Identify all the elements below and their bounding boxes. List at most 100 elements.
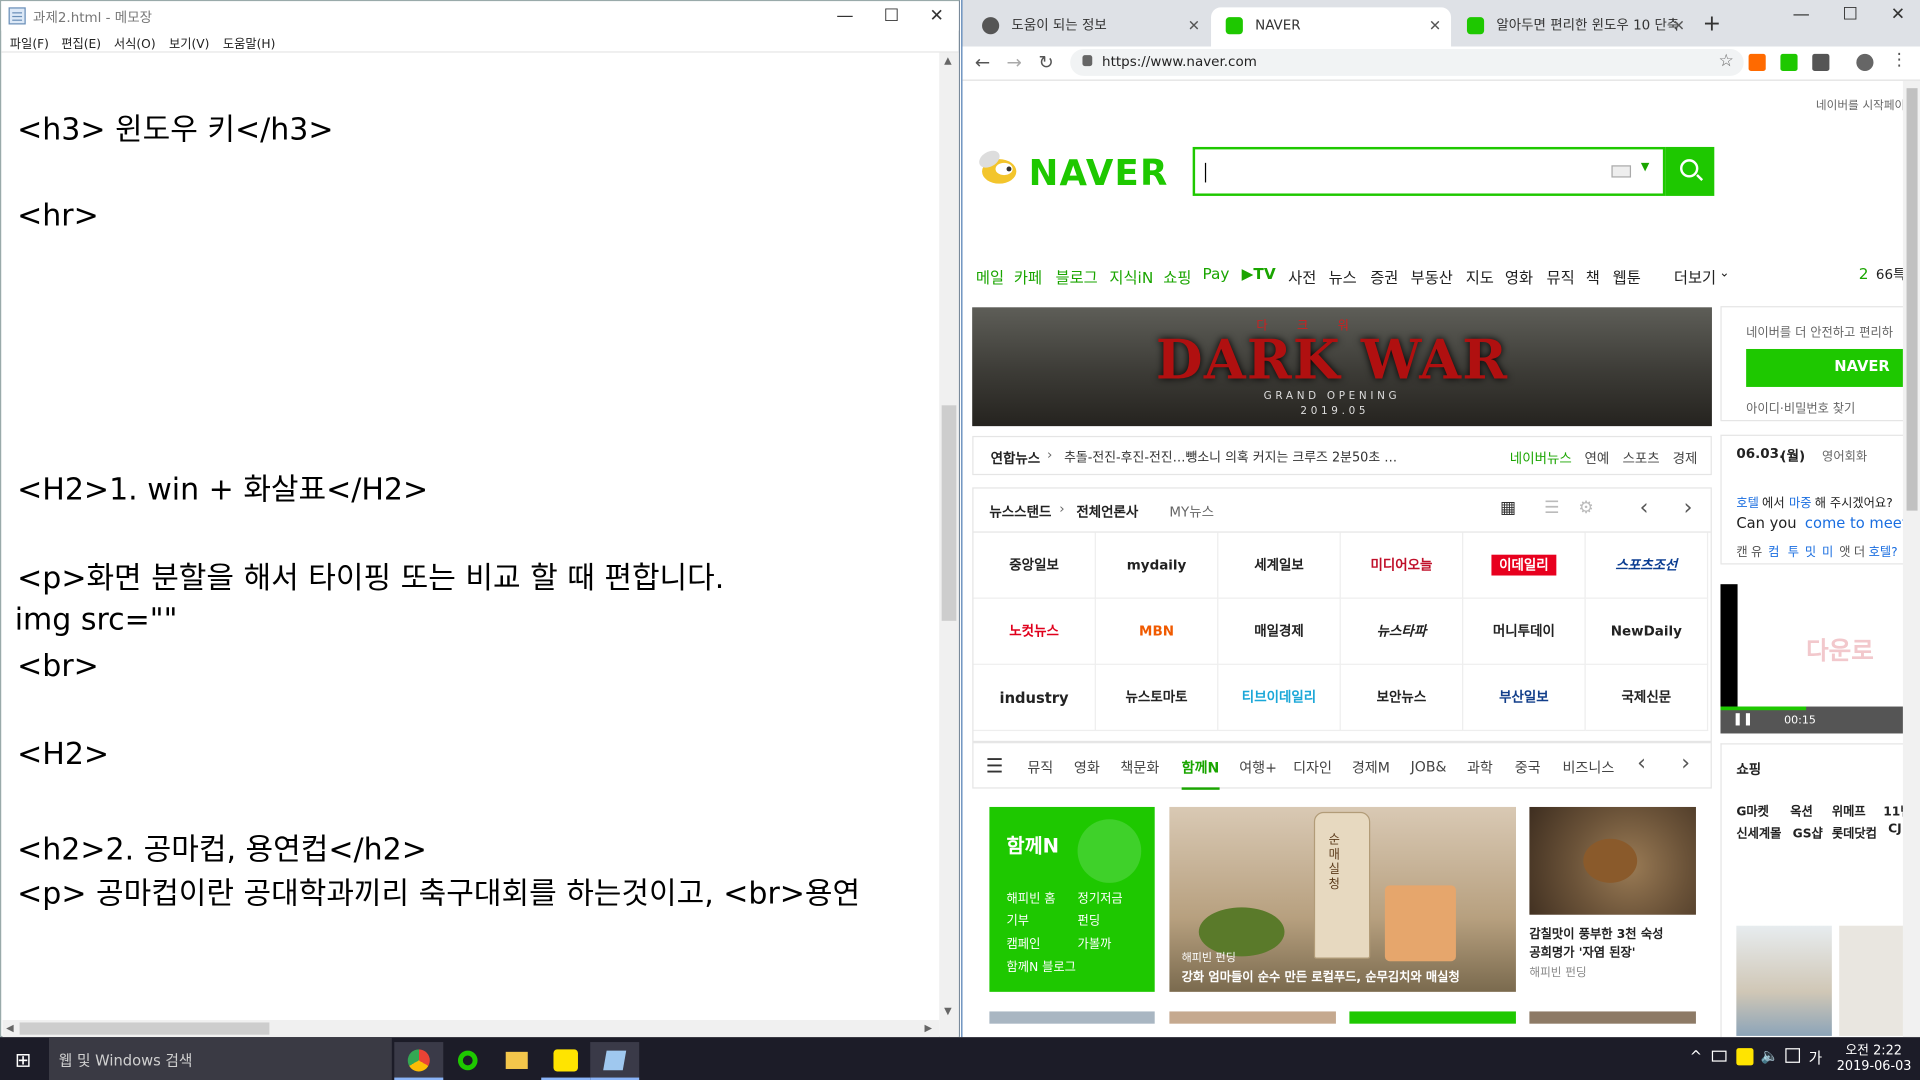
theme-tab[interactable]: 책문화 — [1120, 758, 1159, 778]
network-icon[interactable] — [1711, 1050, 1727, 1062]
taskbar-search-box[interactable]: 웹 및 Windows 검색 — [48, 1037, 392, 1080]
extension-icon[interactable] — [1748, 53, 1766, 72]
doenjang-card[interactable] — [1529, 806, 1696, 915]
shop-link[interactable]: GS샵 — [1793, 823, 1823, 841]
naver-news-tab[interactable]: 네이버뉴스 — [1510, 448, 1572, 468]
notepad-minimize-button[interactable]: — — [822, 1, 869, 30]
theme-tab[interactable]: JOB& — [1411, 758, 1447, 775]
theme-tab[interactable]: 경제M — [1352, 758, 1390, 778]
service-music[interactable]: 뮤직 — [1547, 264, 1575, 287]
ime-indicator[interactable]: 가 — [1809, 1047, 1823, 1068]
grid-view-icon[interactable]: ▦ — [1500, 498, 1516, 518]
theme-tab[interactable]: 비즈니스 — [1562, 758, 1614, 778]
press-moneytoday[interactable]: 머니투데이 — [1463, 598, 1586, 665]
service-movie[interactable]: 영화 — [1505, 264, 1533, 287]
press-newdaily[interactable]: NewDaily — [1585, 598, 1709, 665]
menu-view[interactable]: 보기(V) — [169, 33, 209, 51]
my-news-tab[interactable]: MY뉴스 — [1169, 502, 1214, 522]
scroll-left-icon[interactable]: ◀ — [6, 1022, 14, 1033]
press-newstapa[interactable]: 뉴스타파 — [1340, 598, 1464, 665]
service-tv[interactable]: ▶TV — [1242, 264, 1276, 282]
news-stand-title[interactable]: 뉴스스탠드 — [989, 502, 1051, 522]
tab-windows-tips[interactable]: 알아두면 편리한 윈도우 10 단축 ✕ — [1452, 7, 1694, 46]
forward-arrow-icon[interactable]: → — [1007, 51, 1022, 73]
bookmark-star-icon[interactable]: ☆ — [1719, 51, 1734, 71]
press-nocut[interactable]: 노컷뉴스 — [973, 598, 1096, 665]
theme-tab[interactable]: 중국 — [1515, 758, 1541, 778]
new-tab-button[interactable]: + — [1697, 7, 1726, 41]
scroll-up-icon[interactable]: ▲ — [944, 55, 952, 66]
shopping-title[interactable]: 쇼핑 — [1736, 759, 1761, 779]
notepad-close-button[interactable]: ✕ — [913, 1, 960, 30]
together-card[interactable]: 함께N 해피빈 홈 정기저금 기부 펀딩 캠페인 가볼까 함께N 블로그 — [989, 806, 1155, 992]
service-cafe[interactable]: 카페 — [1014, 264, 1042, 287]
notepad-title-bar[interactable]: 과제2.html - 메모장 — ☐ ✕ — [1, 1, 960, 31]
tab-naver[interactable]: NAVER ✕ — [1211, 7, 1452, 47]
next-arrow-icon[interactable]: › — [1681, 751, 1690, 777]
news-source[interactable]: 연합뉴스 — [991, 448, 1041, 468]
tab-helpful-info[interactable]: 도움이 되는 정보 ✕ — [967, 7, 1209, 46]
service-blog[interactable]: 블로그 — [1056, 264, 1098, 287]
video-player[interactable]: 다운로 ❚❚ 00:15 — [1720, 584, 1907, 734]
maesil-card[interactable]: 순매실청 해피빈 펀딩 강화 엄마들이 순수 만든 로컬푸드, 순무김치와 매실… — [1169, 806, 1516, 992]
press-busan[interactable]: 부산일보 — [1463, 664, 1586, 732]
press-joongang[interactable]: 중앙일보 — [973, 532, 1096, 599]
entertainment-tab[interactable]: 연예 — [1585, 448, 1610, 468]
search-button[interactable] — [1665, 146, 1715, 196]
dark-war-banner[interactable]: 다크워 DARK WAR GRAND OPENING 2019.05 — [972, 307, 1712, 427]
search-input[interactable]: ▼ — [1192, 146, 1666, 196]
menu-format[interactable]: 서식(O) — [114, 33, 156, 51]
service-stock[interactable]: 증권 — [1370, 264, 1398, 287]
press-kookje[interactable]: 국제신문 — [1585, 664, 1709, 732]
press-industry[interactable]: industry — [973, 664, 1096, 732]
press-segye[interactable]: 세계일보 — [1218, 532, 1341, 599]
chrome-maximize-button[interactable]: ☐ — [1827, 0, 1874, 29]
pause-icon[interactable]: ❚❚ — [1733, 713, 1754, 726]
menu-file[interactable]: 파일(F) — [10, 33, 49, 51]
next-arrow-icon[interactable]: › — [1684, 495, 1693, 521]
service-news[interactable]: 뉴스 — [1329, 264, 1357, 287]
chevron-down-icon[interactable]: ⌄ — [1719, 267, 1729, 280]
shop-link[interactable]: 신세계몰 — [1736, 823, 1781, 841]
card-link[interactable]: 가볼까 — [1078, 933, 1112, 951]
service-map[interactable]: 지도 — [1466, 264, 1494, 287]
press-tvdaily[interactable]: 티브이데일리 — [1218, 664, 1341, 732]
press-maeil[interactable]: 매일경제 — [1218, 598, 1341, 665]
service-pay[interactable]: Pay — [1202, 264, 1229, 282]
theme-tab[interactable]: 뮤직 — [1027, 758, 1053, 778]
shop-link[interactable]: CJ — [1888, 823, 1902, 836]
tab-close-icon[interactable]: ✕ — [1673, 7, 1685, 44]
app-taskbar-icon[interactable] — [443, 1042, 492, 1080]
all-press-tab[interactable]: 전체언론사 — [1076, 502, 1138, 522]
chrome-minimize-button[interactable]: — — [1778, 0, 1825, 29]
theme-tab[interactable]: 여행+ — [1239, 758, 1277, 778]
chrome-close-button[interactable]: ✕ — [1875, 0, 1920, 29]
file-explorer-taskbar-icon[interactable] — [492, 1042, 541, 1080]
weather-temp[interactable]: 2 — [1859, 264, 1869, 282]
menu-edit[interactable]: 편집(E) — [61, 33, 101, 51]
service-mail[interactable]: 메일 — [976, 264, 1004, 287]
profile-icon[interactable] — [1856, 53, 1874, 72]
scroll-thumb[interactable] — [19, 1022, 270, 1035]
theme-tab[interactable]: 과학 — [1467, 758, 1493, 778]
set-homepage-link[interactable]: 네이버를 시작페이 — [1816, 96, 1905, 112]
notepad-maximize-button[interactable]: ☐ — [868, 1, 915, 30]
chevron-down-icon[interactable]: ▼ — [1641, 162, 1649, 174]
card-link[interactable]: 해피빈 홈 — [1007, 888, 1056, 906]
press-mydaily[interactable]: mydaily — [1095, 532, 1219, 599]
menu-kebab-icon[interactable]: ⋮ — [1891, 50, 1908, 70]
service-realestate[interactable]: 부동산 — [1411, 264, 1453, 287]
press-mbn[interactable]: MBN — [1095, 598, 1219, 665]
service-dict[interactable]: 사전 — [1288, 264, 1316, 287]
card-link[interactable]: 함께N 블로그 — [1007, 956, 1076, 974]
press-sportschosun[interactable]: 스포츠조선 — [1585, 532, 1709, 599]
extension-icon[interactable] — [1812, 53, 1830, 72]
notepad-vertical-scrollbar[interactable]: ▲ ▼ — [939, 52, 959, 1021]
naver-logo[interactable]: NAVER — [1029, 152, 1169, 194]
shop-link[interactable]: 위메프 — [1832, 801, 1866, 819]
service-book[interactable]: 책 — [1586, 264, 1600, 287]
theme-tab[interactable]: 영화 — [1074, 758, 1100, 778]
find-id-password-link[interactable]: 아이디·비밀번호 찾기 — [1746, 398, 1855, 416]
service-webtoon[interactable]: 웹툰 — [1613, 264, 1641, 287]
english-label[interactable]: 영어회화 — [1822, 446, 1867, 464]
